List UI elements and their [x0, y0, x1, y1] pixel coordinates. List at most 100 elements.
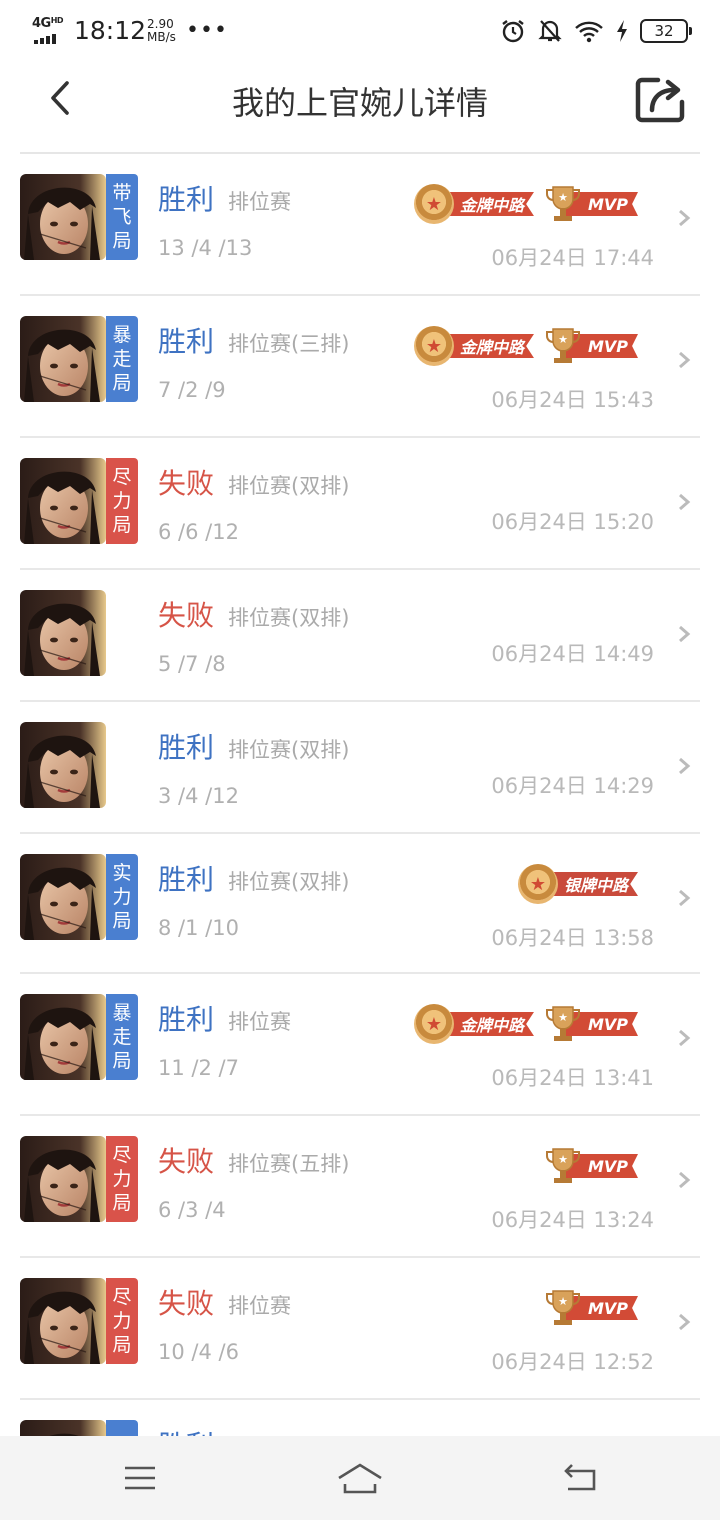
svg-text:★: ★	[558, 1153, 568, 1166]
battery-indicator: 32	[640, 19, 692, 43]
chevron-right-icon	[679, 351, 691, 369]
match-time: 06月24日 17:44	[491, 246, 654, 270]
menu-button[interactable]	[120, 1458, 160, 1498]
signal-icon: 4GHD	[32, 16, 68, 46]
trophy-icon: ★	[545, 1290, 580, 1325]
match-tag-char: 尽	[112, 1144, 132, 1166]
match-time: 06月24日 14:49	[491, 642, 654, 666]
match-tag-char: 局	[112, 514, 132, 536]
return-icon	[564, 1464, 596, 1491]
chevron-right-icon	[679, 1313, 691, 1331]
network-type: 4G	[32, 16, 51, 31]
hero-avatar	[20, 1136, 106, 1222]
match-tag: 尽力局	[106, 458, 138, 544]
chevron-right-icon	[679, 757, 691, 775]
home-button[interactable]	[336, 1458, 384, 1498]
match-tag-char: 力	[112, 1310, 132, 1332]
trophy-icon: ★	[545, 1148, 580, 1183]
match-time: 06月24日 15:43	[491, 388, 654, 412]
match-result: 胜利	[158, 325, 215, 358]
match-row[interactable]: 尽力局失败 排位赛(五排) 6 /3 /4 06月24日 13:24 ★ MVP	[20, 1116, 700, 1258]
alarm-icon	[502, 20, 524, 43]
clock: 18:12	[74, 16, 147, 45]
match-row[interactable]: 暴走局胜利 排位赛(三排) 7 /2 /9 06月24日 15:43 ★ 金牌中路 ★…	[20, 296, 700, 438]
gold-mid-badge: ★ 金牌中路	[413, 184, 534, 224]
match-mode: 排位赛(双排)	[228, 738, 350, 762]
hero-avatar	[20, 590, 106, 676]
home-icon	[338, 1463, 382, 1494]
chevron-right-icon	[679, 889, 691, 907]
match-tag-char: 局	[112, 1334, 132, 1356]
wifi-icon	[575, 21, 603, 43]
match-list: 带飞局胜利 排位赛 13 /4 /13 06月24日 17:44 ★ 金牌中路 ★ M…	[0, 154, 720, 1506]
match-badges: ★ MVP	[544, 1288, 638, 1328]
match-tag-char: 暴	[112, 1002, 132, 1024]
match-row[interactable]: 胜利 排位赛(双排) 3 /4 /12 06月24日 14:29	[20, 702, 700, 834]
mute-bell-icon	[538, 20, 562, 42]
mvp-badge: ★ MVP	[544, 1004, 638, 1044]
network-speed: 2.90 MB/s	[147, 18, 176, 44]
silver-mid-badge: ★ 银牌中路	[517, 864, 638, 904]
match-row[interactable]: 尽力局失败 排位赛(双排) 6 /6 /12 06月24日 15:20	[20, 438, 700, 570]
hero-avatar	[20, 994, 106, 1080]
hero-avatar	[20, 1278, 106, 1364]
match-result: 胜利	[158, 183, 215, 216]
chevron-right-icon	[679, 1171, 691, 1189]
share-button[interactable]	[634, 74, 686, 124]
match-badges: ★ MVP	[544, 1146, 638, 1186]
chevron-right-icon	[679, 493, 691, 511]
header: 我的上官婉儿详情	[0, 64, 720, 154]
charging-icon	[617, 20, 627, 42]
match-kda: 6 /6 /12	[158, 520, 239, 544]
medal-icon: ★	[413, 184, 454, 224]
match-badges: ★ 金牌中路 ★ MVP	[413, 184, 638, 224]
trophy-icon: ★	[545, 328, 580, 363]
hero-avatar	[20, 854, 106, 940]
match-mode: 排位赛	[228, 190, 291, 214]
mvp-badge: ★ MVP	[544, 1288, 638, 1328]
match-row[interactable]: 带飞局胜利 排位赛 13 /4 /13 06月24日 17:44 ★ 金牌中路 ★ M…	[20, 154, 700, 296]
match-tag-char: 力	[112, 490, 132, 512]
trophy-icon: ★	[545, 186, 580, 221]
match-time: 06月24日 13:58	[491, 926, 654, 950]
match-row[interactable]: 暴走局胜利 排位赛 11 /2 /7 06月24日 13:41 ★ 金牌中路 ★ MV…	[20, 974, 700, 1116]
share-icon	[635, 77, 685, 123]
match-tag-char: 走	[112, 1026, 132, 1048]
medal-icon: ★	[413, 1004, 454, 1044]
match-tag: 带飞局	[106, 174, 138, 260]
match-row[interactable]: 实力局胜利 排位赛(双排) 8 /1 /10 06月24日 13:58 ★ 银牌中路	[20, 834, 700, 974]
match-row[interactable]: 尽力局失败 排位赛 10 /4 /6 06月24日 12:52 ★ MVP	[20, 1258, 700, 1400]
match-result: 胜利	[158, 731, 215, 764]
menu-icon	[125, 1466, 155, 1490]
match-tag-char: 局	[112, 1192, 132, 1214]
match-result: 失败	[158, 599, 215, 632]
match-time: 06月24日 12:52	[491, 1350, 654, 1374]
match-tag-char: 尽	[112, 1286, 132, 1308]
hero-avatar	[20, 458, 106, 544]
hero-avatar	[20, 316, 106, 402]
medal-icon: ★	[517, 864, 558, 904]
svg-text:★: ★	[558, 191, 568, 204]
match-time: 06月24日 14:29	[491, 774, 654, 798]
gold-mid-badge: ★ 金牌中路	[413, 1004, 534, 1044]
svg-text:★: ★	[558, 333, 568, 346]
navigation-bar	[0, 1436, 720, 1520]
match-kda: 6 /3 /4	[158, 1198, 226, 1222]
back-nav-button[interactable]	[560, 1458, 600, 1498]
match-mode: 排位赛(双排)	[228, 474, 350, 498]
match-badges: ★ 银牌中路	[517, 864, 638, 904]
svg-text:★: ★	[558, 1011, 568, 1024]
page-title: 我的上官婉儿详情	[231, 84, 488, 122]
match-tag-char: 力	[112, 886, 132, 908]
status-bar: 4GHD 18:12 2.90 MB/s ••• 32	[0, 0, 720, 64]
match-tag-char: 尽	[112, 466, 132, 488]
match-mode: 排位赛(三排)	[228, 332, 350, 356]
match-tag-char: 暴	[112, 324, 132, 346]
match-row[interactable]: 失败 排位赛(双排) 5 /7 /8 06月24日 14:49	[20, 570, 700, 702]
svg-text:★: ★	[558, 1295, 568, 1308]
match-kda: 13 /4 /13	[158, 236, 253, 260]
hero-avatar	[20, 174, 106, 260]
match-tag: 暴走局	[106, 316, 138, 402]
match-time: 06月24日 13:41	[491, 1066, 654, 1090]
match-badges: ★ 金牌中路 ★ MVP	[413, 1004, 638, 1044]
